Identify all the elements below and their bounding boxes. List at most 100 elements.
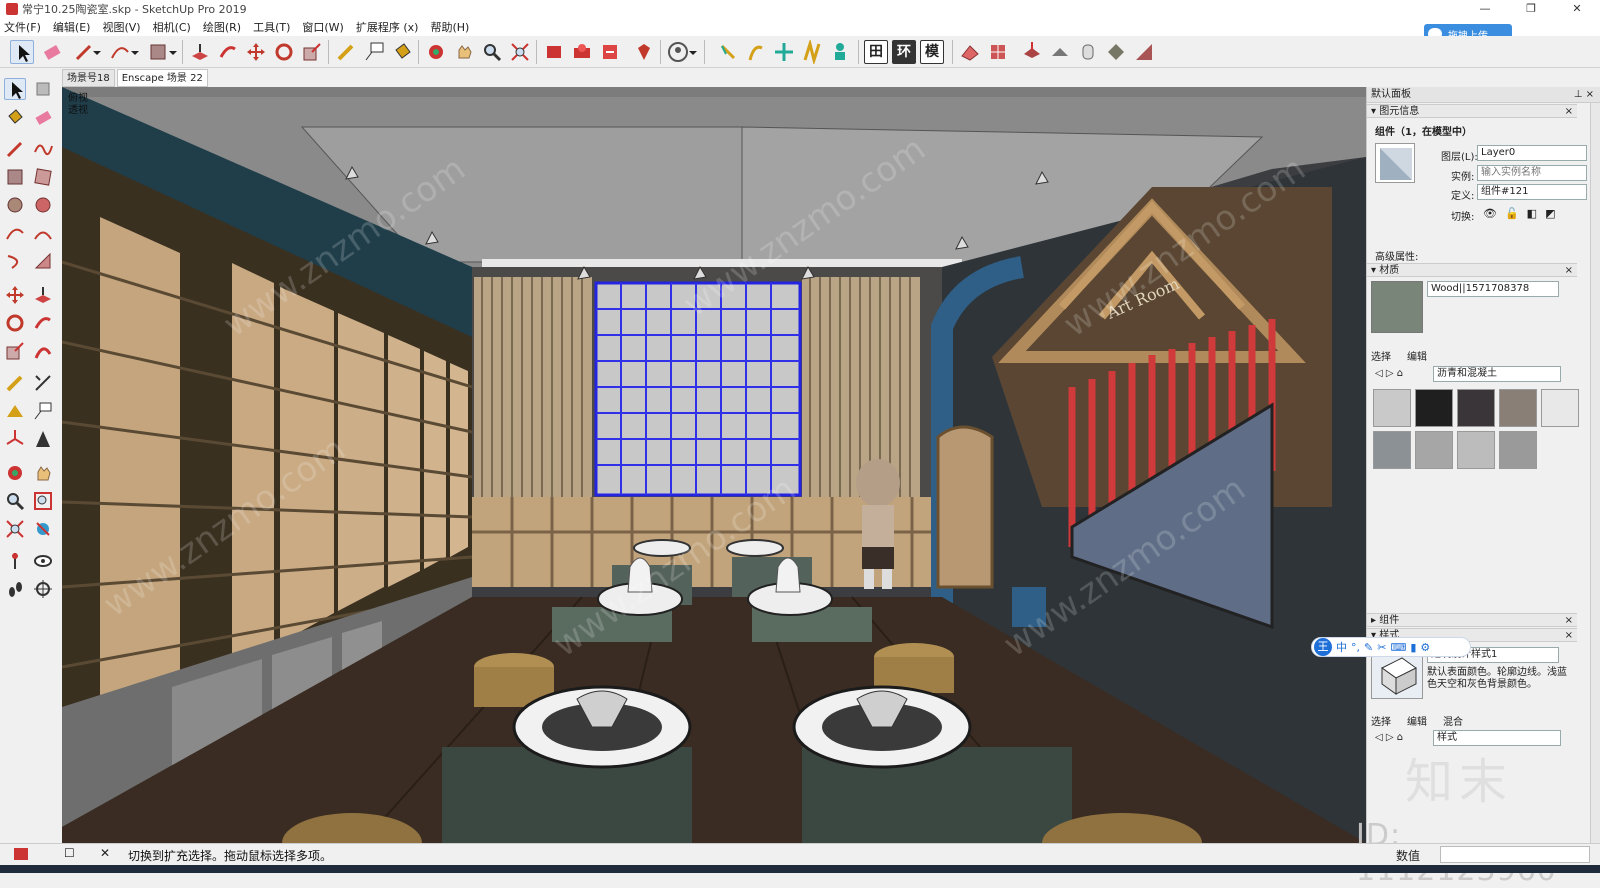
styles-tab-edit[interactable]: 编辑 bbox=[1407, 713, 1427, 728]
zoom-tool-icon[interactable] bbox=[4, 490, 26, 512]
close-icon[interactable]: × bbox=[1565, 105, 1573, 119]
material-swatch[interactable] bbox=[1499, 431, 1537, 469]
receive-shadows-icon[interactable]: ◧ bbox=[1527, 207, 1537, 220]
zoom-tool-icon[interactable] bbox=[480, 40, 504, 64]
3d-text-tool-icon[interactable] bbox=[32, 428, 54, 450]
material-swatch[interactable] bbox=[1457, 389, 1495, 427]
cast-shadows-icon[interactable]: ◩ bbox=[1545, 207, 1555, 220]
pie-tool-icon[interactable] bbox=[32, 250, 54, 272]
move-tool-icon[interactable] bbox=[244, 40, 268, 64]
offset-tool-icon[interactable] bbox=[32, 340, 54, 362]
three-point-arc-tool-icon[interactable] bbox=[4, 250, 26, 272]
eraser-tool-icon[interactable] bbox=[32, 106, 54, 128]
protractor-tool-icon[interactable] bbox=[4, 400, 26, 422]
rotated-rectangle-tool-icon[interactable] bbox=[32, 166, 54, 188]
text-tool-icon[interactable] bbox=[362, 40, 386, 64]
arc-tool-icon[interactable] bbox=[4, 222, 26, 244]
view-tian-button[interactable]: 田 bbox=[864, 40, 888, 64]
close-window-button[interactable]: ✕ bbox=[1554, 0, 1600, 18]
locked-toggle-icon[interactable]: 🔓 bbox=[1505, 207, 1519, 220]
menu-draw[interactable]: 绘图(R) bbox=[203, 19, 241, 35]
component-tool-icon[interactable] bbox=[32, 78, 54, 100]
look-around-tool-icon[interactable] bbox=[32, 550, 54, 572]
rotate-tool-icon[interactable] bbox=[272, 40, 296, 64]
material-swatch[interactable] bbox=[1541, 389, 1579, 427]
material-name-field[interactable]: Wood||1571708378 bbox=[1427, 281, 1559, 297]
styles-tab-mix[interactable]: 混合 bbox=[1443, 713, 1463, 728]
polygon-tool-icon[interactable] bbox=[32, 194, 54, 216]
arc-tool-icon[interactable] bbox=[108, 40, 132, 64]
menu-help[interactable]: 帮助(H) bbox=[430, 19, 469, 35]
ime-toolbar[interactable]: 王 中 °, ✎ ✂ ⌨ ▮ ⚙ bbox=[1311, 637, 1471, 657]
tab-enscape-scene-22[interactable]: Enscape 场景 22 bbox=[116, 69, 208, 87]
menu-tools[interactable]: 工具(T) bbox=[253, 19, 290, 35]
scale-tool-icon[interactable] bbox=[4, 340, 26, 362]
ime-handwriting-icon[interactable]: ✎ bbox=[1364, 641, 1373, 654]
definition-field[interactable]: 组件#121 bbox=[1477, 184, 1587, 200]
status-close-icon[interactable]: ✕ bbox=[100, 846, 110, 860]
value-input[interactable] bbox=[1440, 846, 1590, 863]
rotate-tool-icon[interactable] bbox=[4, 312, 26, 334]
layer-select[interactable]: Layer0 bbox=[1477, 145, 1587, 161]
sandbox-from-contours-icon[interactable] bbox=[958, 40, 982, 64]
menu-window[interactable]: 窗口(W) bbox=[302, 19, 343, 35]
collection-select[interactable]: 沥青和混凝土 bbox=[1433, 366, 1561, 382]
warehouse-icon[interactable] bbox=[542, 40, 566, 64]
orbit-tool-icon[interactable] bbox=[424, 40, 448, 64]
back-nav-icon[interactable]: ◁ ▷ ⌂ bbox=[1375, 368, 1403, 379]
view-huan-button[interactable]: 环 bbox=[892, 40, 916, 64]
account-dropdown-icon[interactable] bbox=[688, 40, 698, 64]
paint-bucket-tool-icon[interactable] bbox=[4, 106, 26, 128]
shape-dropdown-icon[interactable] bbox=[168, 40, 178, 64]
push-pull-tool-icon[interactable] bbox=[188, 40, 212, 64]
zoom-window-tool-icon[interactable] bbox=[32, 490, 54, 512]
eraser-tool-icon[interactable] bbox=[40, 40, 64, 64]
move-tool-icon[interactable] bbox=[4, 284, 26, 306]
follow-me-tool-icon[interactable] bbox=[216, 40, 240, 64]
selected-window-grid[interactable] bbox=[594, 281, 802, 497]
style-nav-icon[interactable]: ◁ ▷ ⌂ bbox=[1375, 732, 1403, 743]
pan-tool-icon[interactable] bbox=[452, 40, 476, 64]
line-tool-icon[interactable] bbox=[4, 138, 26, 160]
entity-info-header[interactable]: ▾ 图元信息 × bbox=[1367, 104, 1577, 118]
zoom-extents-tool-icon[interactable] bbox=[4, 518, 26, 540]
circle-tool-icon[interactable] bbox=[4, 194, 26, 216]
ime-keyboard-icon[interactable]: ⌨ bbox=[1390, 641, 1406, 654]
stamp-icon[interactable] bbox=[1048, 40, 1072, 64]
ime-settings-icon[interactable]: ⚙ bbox=[1420, 641, 1430, 654]
materials-tab-edit[interactable]: 编辑 bbox=[1407, 348, 1427, 363]
position-camera-icon[interactable] bbox=[772, 40, 796, 64]
tray-pin-icon[interactable]: ⊥ × bbox=[1574, 87, 1594, 103]
rectangle-tool-icon[interactable] bbox=[4, 166, 26, 188]
smoove-icon[interactable] bbox=[1020, 40, 1044, 64]
walk-tool-icon[interactable] bbox=[716, 40, 740, 64]
two-point-arc-tool-icon[interactable] bbox=[32, 222, 54, 244]
tray-scrollbar[interactable] bbox=[1590, 103, 1600, 843]
dimension-tool-icon[interactable] bbox=[32, 372, 54, 394]
account-icon[interactable] bbox=[666, 40, 690, 64]
follow-me-tool-icon[interactable] bbox=[32, 312, 54, 334]
restore-icon[interactable]: ☐ bbox=[64, 846, 75, 860]
tape-measure-tool-icon[interactable] bbox=[334, 40, 358, 64]
pencil-dropdown-icon[interactable] bbox=[92, 40, 102, 64]
axes-tool-icon[interactable] bbox=[4, 428, 26, 450]
material-swatch[interactable] bbox=[1373, 431, 1411, 469]
hidden-toggle-icon[interactable]: 👁 bbox=[1483, 207, 1497, 220]
drape-icon[interactable] bbox=[1076, 40, 1100, 64]
arc-dropdown-icon[interactable] bbox=[130, 40, 140, 64]
menu-extensions[interactable]: 扩展程序 (x) bbox=[356, 19, 419, 35]
close-icon[interactable]: × bbox=[1565, 629, 1573, 643]
flip-edge-icon[interactable] bbox=[1132, 40, 1156, 64]
material-swatch[interactable] bbox=[1415, 389, 1453, 427]
sandbox-from-scratch-icon[interactable] bbox=[986, 40, 1010, 64]
menu-camera[interactable]: 相机(C) bbox=[153, 19, 191, 35]
pan-tool-icon[interactable] bbox=[32, 462, 54, 484]
section-plane-icon[interactable] bbox=[800, 38, 824, 66]
tape-measure-tool-icon[interactable] bbox=[4, 372, 26, 394]
orbit-tool-icon[interactable] bbox=[4, 462, 26, 484]
section-plane-icon[interactable] bbox=[32, 578, 54, 600]
material-swatch[interactable] bbox=[1415, 431, 1453, 469]
materials-header[interactable]: ▾ 材质 × bbox=[1367, 263, 1577, 277]
menu-edit[interactable]: 编辑(E) bbox=[53, 19, 91, 35]
text-tool-icon[interactable] bbox=[32, 400, 54, 422]
